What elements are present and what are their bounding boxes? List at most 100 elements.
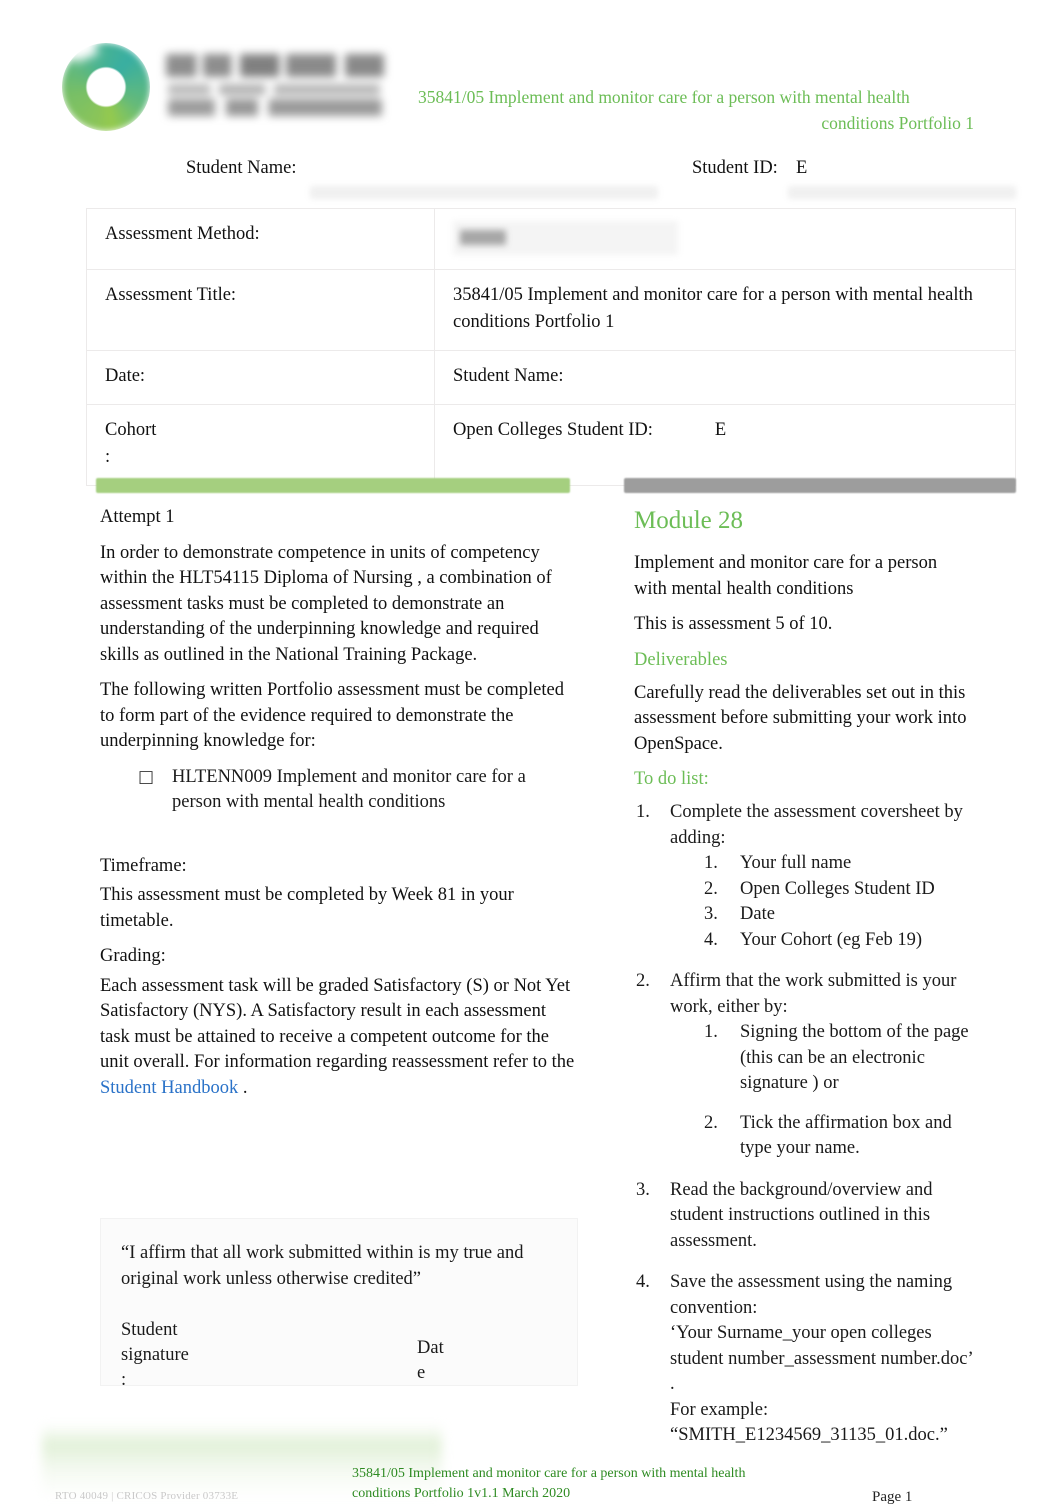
student-id-value: E [796,158,808,178]
open-colleges-student-id-label: Open Colleges Student ID: [453,420,653,440]
unit-bullet-item: □ HLTENN009 Implement and monitor care f… [100,765,578,816]
todo-item-1-sublist: 1. Your full name 2. Open Colleges Stude… [670,851,974,953]
todo-item-1-sub-4-number: 4. [704,929,718,950]
todo-item-1-sub-3-text: Date [740,904,775,924]
student-name-label: Student Name: [186,158,297,178]
footer-title-line-1: 35841/05 Implement and monitor care for … [352,1466,746,1481]
intro-paragraph-1: In order to demonstrate competence in un… [100,542,552,665]
spacer-after-bullet [100,826,578,854]
student-id-label: Student ID: [692,158,778,178]
grading-text-after-link: . [238,1077,248,1098]
grading-text: Each assessment task will be graded Sati… [100,974,578,1102]
cohort-colon: : [105,447,111,467]
todo-item-4-extra-line-3: “SMITH_E1234569_31135_01.doc.” [670,1425,948,1445]
todo-item-1-text: Complete the assessment coversheet by ad… [670,802,963,848]
todo-item-2-sub-2: 2. Tick the affirmation box and type you… [704,1111,974,1162]
assessment-title-value-line-2: conditions Portfolio 1 [453,312,615,332]
open-colleges-student-id-cell[interactable]: Open Colleges Student ID: E [434,404,1016,486]
header-title: 35841/05 Implement and monitor care for … [418,84,974,136]
todo-item-3-text: Read the background/overview and student… [670,1179,933,1251]
table-row-assessment-method: Assessment Method: [86,208,1016,270]
student-handbook-link[interactable]: Student Handbook [100,1078,238,1098]
todo-item-2-sub-1-text: Signing the bottom of the page (this can… [740,1022,969,1093]
affirmation-quote: “I affirm that all work submitted within… [121,1243,524,1289]
bullet-square-icon: □ [138,766,155,787]
open-colleges-student-id-value: E [714,420,727,440]
student-name-blank-field[interactable] [310,186,658,199]
assessment-title-value: 35841/05 Implement and monitor care for … [434,269,1016,351]
todo-item-2-text: Affirm that the work submitted is your w… [670,971,957,1017]
right-column-accent-bar [624,478,1016,493]
todo-item-1-sub-3-number: 3. [704,904,718,924]
assessment-method-blurred-word [460,230,506,245]
logo-ring-icon [62,43,150,131]
logo-wordmark [166,54,404,124]
right-column: Module 28 Implement and monitor care for… [634,505,974,1465]
student-id-blank-field[interactable] [788,186,1016,199]
grading-text-before-link: Each assessment task will be graded Sati… [100,975,575,1073]
student-name-cell-label[interactable]: Student Name: [434,350,1016,405]
todo-item-1-sub-1-number: 1. [704,853,718,873]
todo-list-heading: To do list: [634,769,709,789]
todo-item-1-sub-4: 4. Your Cohort (eg Feb 19) [704,928,974,954]
todo-item-2-sub-1-number: 1. [704,1022,718,1042]
cohort-cell[interactable]: Cohort : [86,404,435,486]
date-label[interactable]: Date: [86,350,435,405]
module-subtitle: Implement and monitor care for a person … [634,553,938,599]
todo-item-4-extra-line-2: For example: [670,1399,769,1420]
todo-item-1-sub-2-number: 2. [704,878,718,899]
assessment-method-label: Assessment Method: [86,208,435,270]
signature-date-label-line-2: e [417,1363,426,1383]
todo-item-1: 1. Complete the assessment coversheet by… [634,800,974,953]
todo-item-2-sub-2-number: 2. [704,1112,718,1133]
coversheet-table: Assessment Method: Assessment Title: 358… [86,208,1016,486]
footer-document-title: 35841/05 Implement and monitor care for … [352,1464,872,1504]
todo-item-4-extra-line-1: ‘Your Surname_your open colleges student… [670,1323,973,1394]
todo-item-3-number: 3. [636,1179,650,1200]
module-heading: Module 28 [634,507,744,534]
todo-item-1-sub-2: 2. Open Colleges Student ID [704,877,974,903]
logo-wordmark-line-2 [168,84,380,95]
timeframe-heading: Timeframe: [100,855,187,876]
signature-date-label[interactable]: Dat e [417,1336,461,1386]
attempt-label: Attempt 1 [100,507,175,527]
deliverables-text: Carefully read the deliverables set out … [634,682,967,754]
logo-wordmark-line-3 [168,99,382,116]
left-column: Attempt 1 In order to demonstrate compet… [100,505,578,1111]
assessment-title-label: Assessment Title: [86,269,435,351]
todo-item-2-sub-2-text: Tick the affirmation box and type your n… [740,1112,952,1159]
affirmation-box: “I affirm that all work submitted within… [100,1218,578,1390]
assessment-title-value-line-1: 35841/05 Implement and monitor care for … [453,285,973,305]
student-signature-label-line-1: Student [121,1320,178,1340]
todo-item-2-sublist: 1. Signing the bottom of the page (this … [670,1020,974,1162]
header-title-line-2: conditions Portfolio 1 [821,113,974,133]
todo-item-3: 3. Read the background/overview and stud… [634,1178,974,1255]
table-row-assessment-title: Assessment Title: 35841/05 Implement and… [86,269,1016,351]
header-title-line-1: 35841/05 Implement and monitor care for … [418,87,910,107]
student-signature-label-line-2: signature [121,1345,189,1365]
assessment-method-redacted-value [453,221,678,255]
left-column-accent-bar [96,478,570,493]
todo-item-4-number: 4. [636,1272,650,1292]
signature-date-label-line-1: Dat [417,1338,444,1358]
todo-item-2-number: 2. [636,971,650,991]
cohort-label: Cohort [105,420,157,440]
timeframe-text: This assessment must be completed by Wee… [100,885,514,931]
todo-item-1-sub-1-text: Your full name [740,853,852,873]
affirmation-signature-fields: Student signature : Dat e [121,1318,557,1394]
todo-item-4-text: Save the assessment using the naming con… [670,1272,953,1318]
todo-list: 1. Complete the assessment coversheet by… [634,800,974,1449]
todo-item-2-sub-1: 1. Signing the bottom of the page (this … [704,1020,974,1097]
todo-item-1-number: 1. [636,802,650,822]
grading-heading: Grading: [100,946,166,966]
todo-item-1-sub-1: 1. Your full name [704,851,974,877]
open-colleges-logo [62,38,407,138]
assessment-count: This is assessment 5 of 10. [634,614,833,634]
todo-item-4: 4. Save the assessment using the naming … [634,1270,974,1449]
student-signature-label[interactable]: Student signature : [121,1318,241,1393]
unit-bullet-text: HLTENN009 Implement and monitor care for… [172,766,526,813]
todo-item-2: 2. Affirm that the work submitted is you… [634,969,974,1162]
assessment-method-value-cell[interactable] [434,208,1016,270]
page-header: 35841/05 Implement and monitor care for … [0,0,1062,150]
table-row-date-studentname: Date: Student Name: [86,350,1016,405]
